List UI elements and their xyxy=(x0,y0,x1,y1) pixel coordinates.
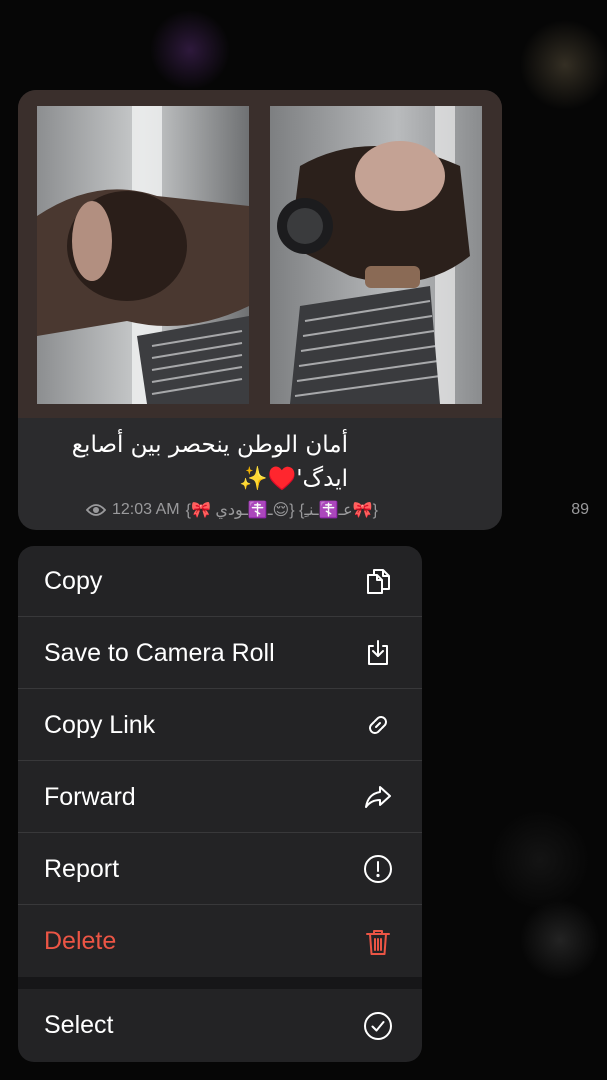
photo-album[interactable] xyxy=(18,90,502,418)
message-author: {🎀عـ☦️ـنـِ} {😌ـ☦️ـودي 🎀} xyxy=(185,502,378,519)
view-count: 89 xyxy=(571,501,589,518)
select-menu-item[interactable]: Select xyxy=(18,990,422,1061)
report-menu-item[interactable]: Report xyxy=(18,834,422,905)
photo-holding-hands-right[interactable] xyxy=(270,106,482,404)
message-bubble[interactable]: أمان الوطن ينحصر بين أصابع ايدگ'♥️✨ xyxy=(18,90,502,530)
link-icon xyxy=(369,716,387,734)
copy-label: Copy xyxy=(44,566,103,595)
forward-label: Forward xyxy=(44,782,136,811)
eye-icon xyxy=(86,504,106,516)
photo-holding-hands-left[interactable] xyxy=(37,106,249,404)
meta-time-group: 12:03 AM {🎀عـ☦️ـنـِ} {😌ـ☦️ـودي 🎀} xyxy=(86,500,378,520)
context-menu: Copy Save to Camera Roll Copy Link Forwa… xyxy=(18,546,422,1062)
forward-arrow-icon xyxy=(365,786,391,808)
message-time: 12:03 AM xyxy=(112,501,180,518)
caption-line-1: أمان الوطن ينحصر بين أصابع xyxy=(71,432,348,458)
delete-label: Delete xyxy=(44,927,117,955)
delete-menu-item[interactable]: Delete xyxy=(18,906,422,977)
checkmark-circle-icon xyxy=(364,1011,392,1040)
download-icon xyxy=(368,640,388,665)
copy-menu-item[interactable]: Copy xyxy=(18,546,422,617)
save-label: Save to Camera Roll xyxy=(44,638,275,667)
message-meta: 12:03 AM {🎀عـ☦️ـنـِ} {😌ـ☦️ـودي 🎀} 89 xyxy=(86,500,589,520)
forward-menu-item[interactable]: Forward xyxy=(18,762,422,833)
copy-icon xyxy=(367,569,390,594)
copy-link-menu-item[interactable]: Copy Link xyxy=(18,690,422,761)
save-to-camera-roll-menu-item[interactable]: Save to Camera Roll xyxy=(18,618,422,689)
copy-link-label: Copy Link xyxy=(44,710,156,739)
report-label: Report xyxy=(44,854,120,883)
trash-icon xyxy=(366,929,390,955)
exclamation-circle-icon xyxy=(364,855,392,883)
caption-line-2: ايدگ'♥️✨ xyxy=(238,466,348,492)
message-caption: أمان الوطن ينحصر بين أصابع ايدگ'♥️✨ xyxy=(28,428,348,496)
select-label: Select xyxy=(44,1011,114,1039)
menu-separator xyxy=(18,977,422,989)
